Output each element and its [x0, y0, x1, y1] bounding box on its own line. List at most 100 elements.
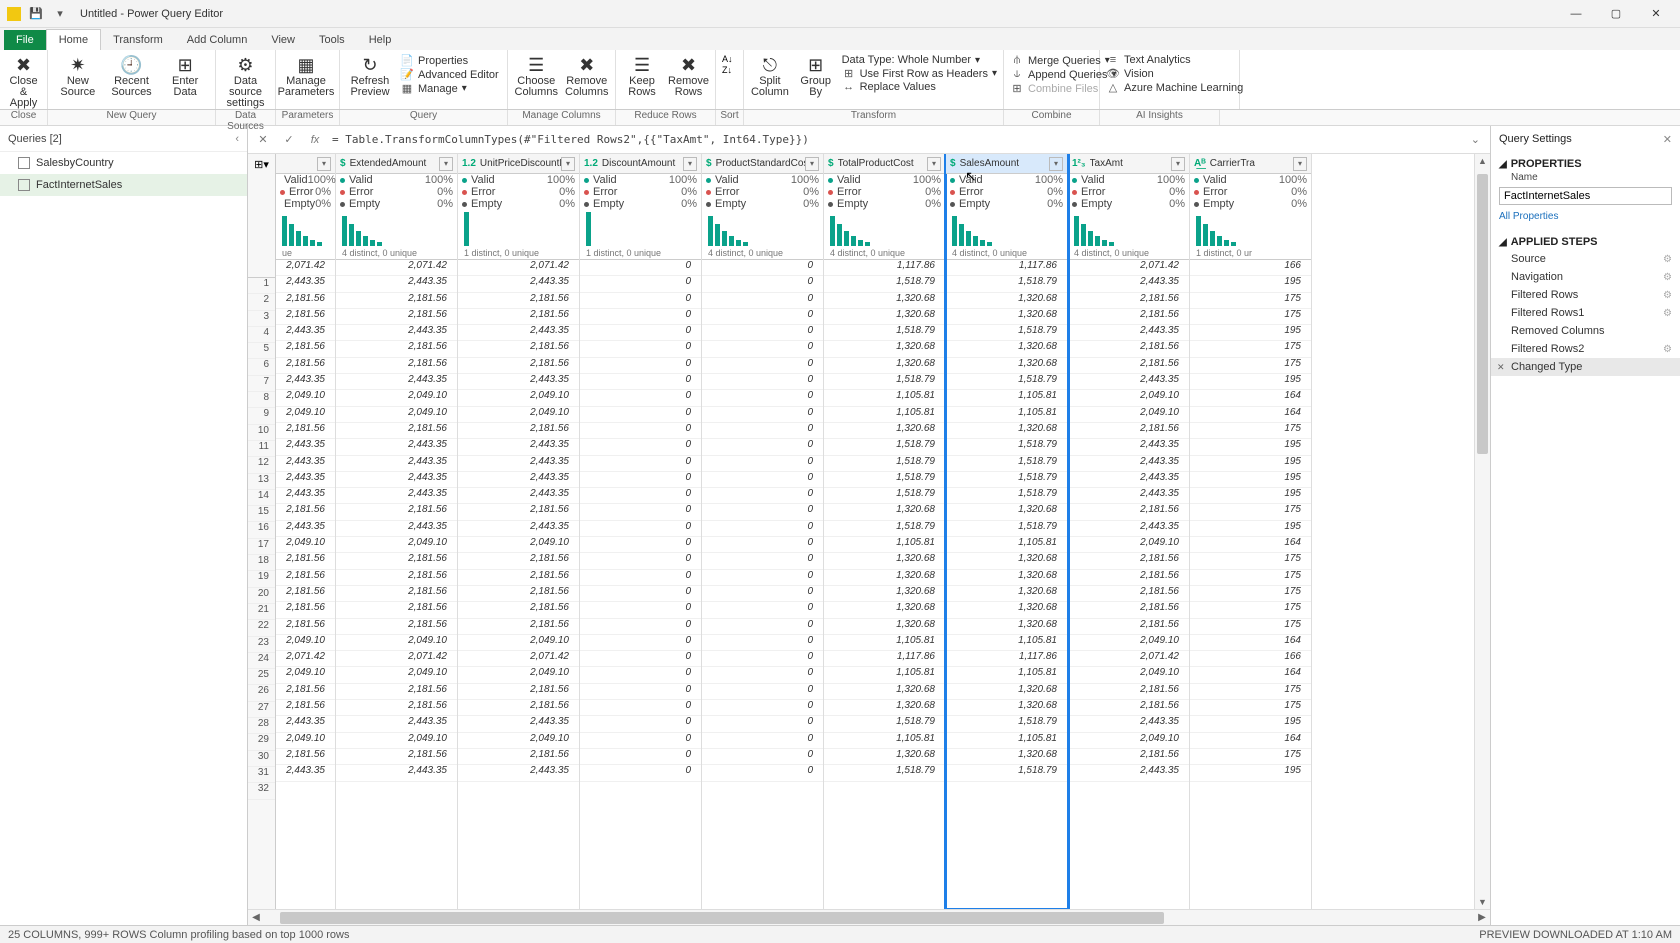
cell[interactable]: 1,320.68: [824, 293, 945, 309]
cell[interactable]: 1,518.79: [946, 521, 1067, 537]
cell[interactable]: 0: [580, 472, 701, 488]
gear-icon[interactable]: ⚙: [1663, 290, 1672, 301]
row-number[interactable]: 20: [248, 588, 275, 604]
cell[interactable]: 2,443.35: [458, 325, 579, 341]
cell[interactable]: 2,181.56: [1068, 293, 1189, 309]
cell[interactable]: 1,105.81: [824, 635, 945, 651]
cell[interactable]: 0: [580, 733, 701, 749]
cell[interactable]: 0: [580, 521, 701, 537]
row-number[interactable]: 4: [248, 327, 275, 343]
close-button[interactable]: ✕: [1636, 0, 1676, 28]
cell[interactable]: 166: [1190, 260, 1311, 276]
row-number[interactable]: 15: [248, 506, 275, 522]
cell[interactable]: 2,049.10: [336, 390, 457, 406]
cell[interactable]: 2,049.10: [276, 635, 335, 651]
cell[interactable]: 2,181.56: [336, 309, 457, 325]
row-number[interactable]: 27: [248, 702, 275, 718]
cell[interactable]: 0: [580, 341, 701, 357]
tab-file[interactable]: File: [4, 30, 46, 50]
qat-dropdown-icon[interactable]: ▾: [51, 5, 69, 23]
cell[interactable]: 2,181.56: [458, 358, 579, 374]
cell[interactable]: 1,320.68: [946, 504, 1067, 520]
cell[interactable]: 0: [702, 733, 823, 749]
cell[interactable]: 1,105.81: [824, 537, 945, 553]
cell[interactable]: 2,443.35: [276, 521, 335, 537]
cell[interactable]: 2,049.10: [458, 537, 579, 553]
cell[interactable]: 2,049.10: [276, 390, 335, 406]
applied-step[interactable]: Removed Columns: [1491, 322, 1680, 340]
cell[interactable]: 2,443.35: [276, 456, 335, 472]
row-number[interactable]: 1: [248, 278, 275, 294]
cell[interactable]: 2,181.56: [276, 341, 335, 357]
cell[interactable]: 0: [580, 700, 701, 716]
cell[interactable]: 0: [702, 260, 823, 276]
tab-add-column[interactable]: Add Column: [175, 30, 260, 50]
cell[interactable]: 1,117.86: [946, 260, 1067, 276]
cell[interactable]: 1,105.81: [946, 667, 1067, 683]
cell[interactable]: 2,443.35: [1068, 472, 1189, 488]
cell[interactable]: 2,181.56: [336, 619, 457, 635]
cell[interactable]: 2,443.35: [276, 488, 335, 504]
cell[interactable]: 2,049.10: [276, 537, 335, 553]
cell[interactable]: 1,518.79: [824, 374, 945, 390]
select-all-corner[interactable]: ⊞▾: [248, 154, 275, 278]
cell[interactable]: 2,071.42: [1068, 260, 1189, 276]
cell[interactable]: 1,320.68: [946, 684, 1067, 700]
filter-dropdown-icon[interactable]: ▾: [683, 157, 697, 171]
refresh-preview-button[interactable]: ↻Refresh Preview: [346, 52, 394, 109]
cell[interactable]: 2,049.10: [336, 407, 457, 423]
cell[interactable]: 2,443.35: [458, 716, 579, 732]
cell[interactable]: 0: [580, 488, 701, 504]
cell[interactable]: 1,105.81: [946, 635, 1067, 651]
row-number[interactable]: 30: [248, 751, 275, 767]
cell[interactable]: 164: [1190, 407, 1311, 423]
cell[interactable]: 2,181.56: [458, 553, 579, 569]
cell[interactable]: 0: [702, 651, 823, 667]
type-icon[interactable]: $: [950, 158, 956, 169]
cell[interactable]: 2,443.35: [1068, 374, 1189, 390]
cell[interactable]: 175: [1190, 309, 1311, 325]
cell[interactable]: 2,443.35: [276, 716, 335, 732]
filter-dropdown-icon[interactable]: ▾: [927, 157, 941, 171]
cell[interactable]: 164: [1190, 390, 1311, 406]
cell[interactable]: 1,518.79: [824, 439, 945, 455]
cell[interactable]: 164: [1190, 537, 1311, 553]
row-number[interactable]: 2: [248, 294, 275, 310]
column-header[interactable]: A͟ᴮCarrierTra▾: [1190, 154, 1311, 174]
type-icon[interactable]: $: [828, 158, 834, 169]
choose-columns-button[interactable]: ☰Choose Columns: [514, 52, 559, 109]
replace-values-button[interactable]: ↔Replace Values: [842, 81, 997, 93]
cell[interactable]: 1,518.79: [946, 716, 1067, 732]
cell[interactable]: 1,518.79: [824, 325, 945, 341]
group-by-button[interactable]: ⊞Group By: [796, 52, 836, 109]
applied-step[interactable]: Source⚙: [1491, 250, 1680, 268]
cell[interactable]: 195: [1190, 276, 1311, 292]
cell[interactable]: 0: [702, 765, 823, 781]
cancel-formula-icon[interactable]: ✕: [254, 133, 272, 146]
applied-step[interactable]: Filtered Rows⚙: [1491, 286, 1680, 304]
cell[interactable]: 1,320.68: [946, 586, 1067, 602]
cell[interactable]: 195: [1190, 472, 1311, 488]
cell[interactable]: 1,320.68: [946, 423, 1067, 439]
tab-view[interactable]: View: [259, 30, 307, 50]
cell[interactable]: 2,181.56: [1068, 602, 1189, 618]
cell[interactable]: 1,518.79: [824, 765, 945, 781]
cell[interactable]: 2,181.56: [1068, 553, 1189, 569]
cell[interactable]: 2,443.35: [336, 456, 457, 472]
row-number[interactable]: 7: [248, 376, 275, 392]
cell[interactable]: 195: [1190, 521, 1311, 537]
hscroll-thumb[interactable]: [280, 912, 1164, 924]
cell[interactable]: 0: [580, 716, 701, 732]
cell[interactable]: 1,320.68: [824, 423, 945, 439]
split-column-button[interactable]: ⎋Split Column: [750, 52, 790, 109]
cell[interactable]: 2,071.42: [458, 260, 579, 276]
cell[interactable]: 2,443.35: [458, 521, 579, 537]
filter-dropdown-icon[interactable]: ▾: [805, 157, 819, 171]
cell[interactable]: 2,443.35: [276, 374, 335, 390]
cell[interactable]: 2,049.10: [276, 407, 335, 423]
cell[interactable]: 2,443.35: [336, 472, 457, 488]
cell[interactable]: 1,105.81: [946, 537, 1067, 553]
cell[interactable]: 175: [1190, 700, 1311, 716]
cell[interactable]: 0: [702, 602, 823, 618]
cell[interactable]: 2,181.56: [336, 423, 457, 439]
